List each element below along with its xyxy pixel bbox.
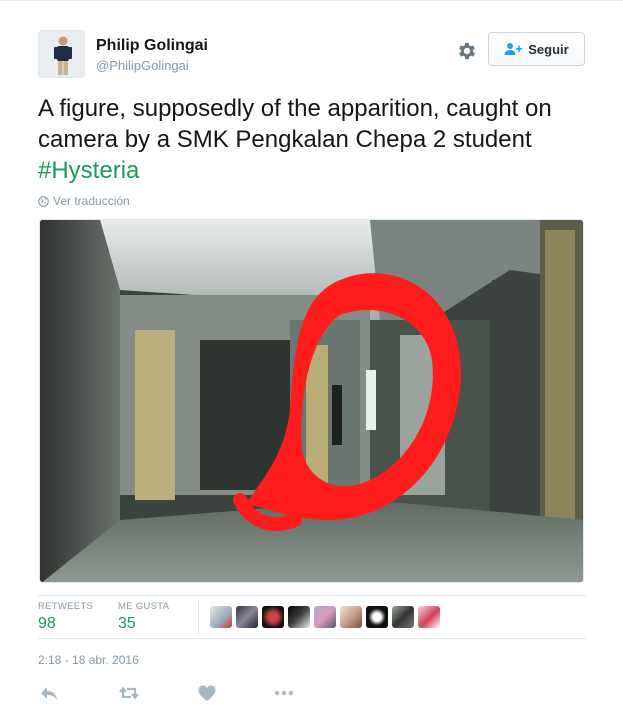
liker-avatars <box>210 606 440 628</box>
author-names: Philip Golingai @PhilipGolingai <box>96 37 208 73</box>
tweet-photo[interactable] <box>39 219 584 583</box>
top-divider <box>0 0 623 1</box>
liker-avatar[interactable] <box>210 606 232 628</box>
stats-divider <box>198 600 199 634</box>
translate-label: Ver traducción <box>53 194 130 208</box>
hashtag-link[interactable]: #Hysteria <box>38 157 139 184</box>
liker-avatar[interactable] <box>314 606 336 628</box>
liker-avatar[interactable] <box>236 606 258 628</box>
avatar[interactable] <box>38 30 85 78</box>
likes-label: ME GUSTA <box>118 601 170 612</box>
reply-icon[interactable] <box>38 682 60 704</box>
globe-icon <box>38 195 49 207</box>
tweet-header: Philip Golingai @PhilipGolingai Seguir <box>38 30 586 80</box>
follow-label: Seguir <box>528 41 569 57</box>
retweet-icon[interactable] <box>118 682 140 704</box>
tweet-stats: RETWEETS 98 ME GUSTA 35 <box>38 595 586 639</box>
translate-link[interactable]: Ver traducción <box>38 194 130 208</box>
liker-avatar[interactable] <box>366 606 388 628</box>
retweets-label: RETWEETS <box>38 601 94 612</box>
heart-icon[interactable] <box>196 682 218 704</box>
tweet-text: A figure, supposedly of the apparition, … <box>38 93 586 186</box>
liker-avatar[interactable] <box>418 606 440 628</box>
liker-avatar[interactable] <box>262 606 284 628</box>
author-handle[interactable]: @PhilipGolingai <box>96 58 208 73</box>
retweets-stat[interactable]: RETWEETS 98 <box>38 601 93 633</box>
follow-button[interactable]: Seguir <box>488 32 585 66</box>
more-dots-icon[interactable] <box>273 682 295 704</box>
tweet-body: A figure, supposedly of the apparition, … <box>38 95 552 153</box>
likes-stat[interactable]: ME GUSTA 35 <box>118 601 169 633</box>
liker-avatar[interactable] <box>392 606 414 628</box>
tweet-actions <box>38 682 338 706</box>
add-user-icon <box>504 42 523 56</box>
gear-icon[interactable] <box>456 40 478 62</box>
tweet-timestamp[interactable]: 2:18 - 18 abr. 2016 <box>38 653 139 667</box>
liker-avatar[interactable] <box>288 606 310 628</box>
author-name[interactable]: Philip Golingai <box>96 37 208 55</box>
retweets-count: 98 <box>38 615 56 632</box>
likes-count: 35 <box>118 615 136 632</box>
liker-avatar[interactable] <box>340 606 362 628</box>
